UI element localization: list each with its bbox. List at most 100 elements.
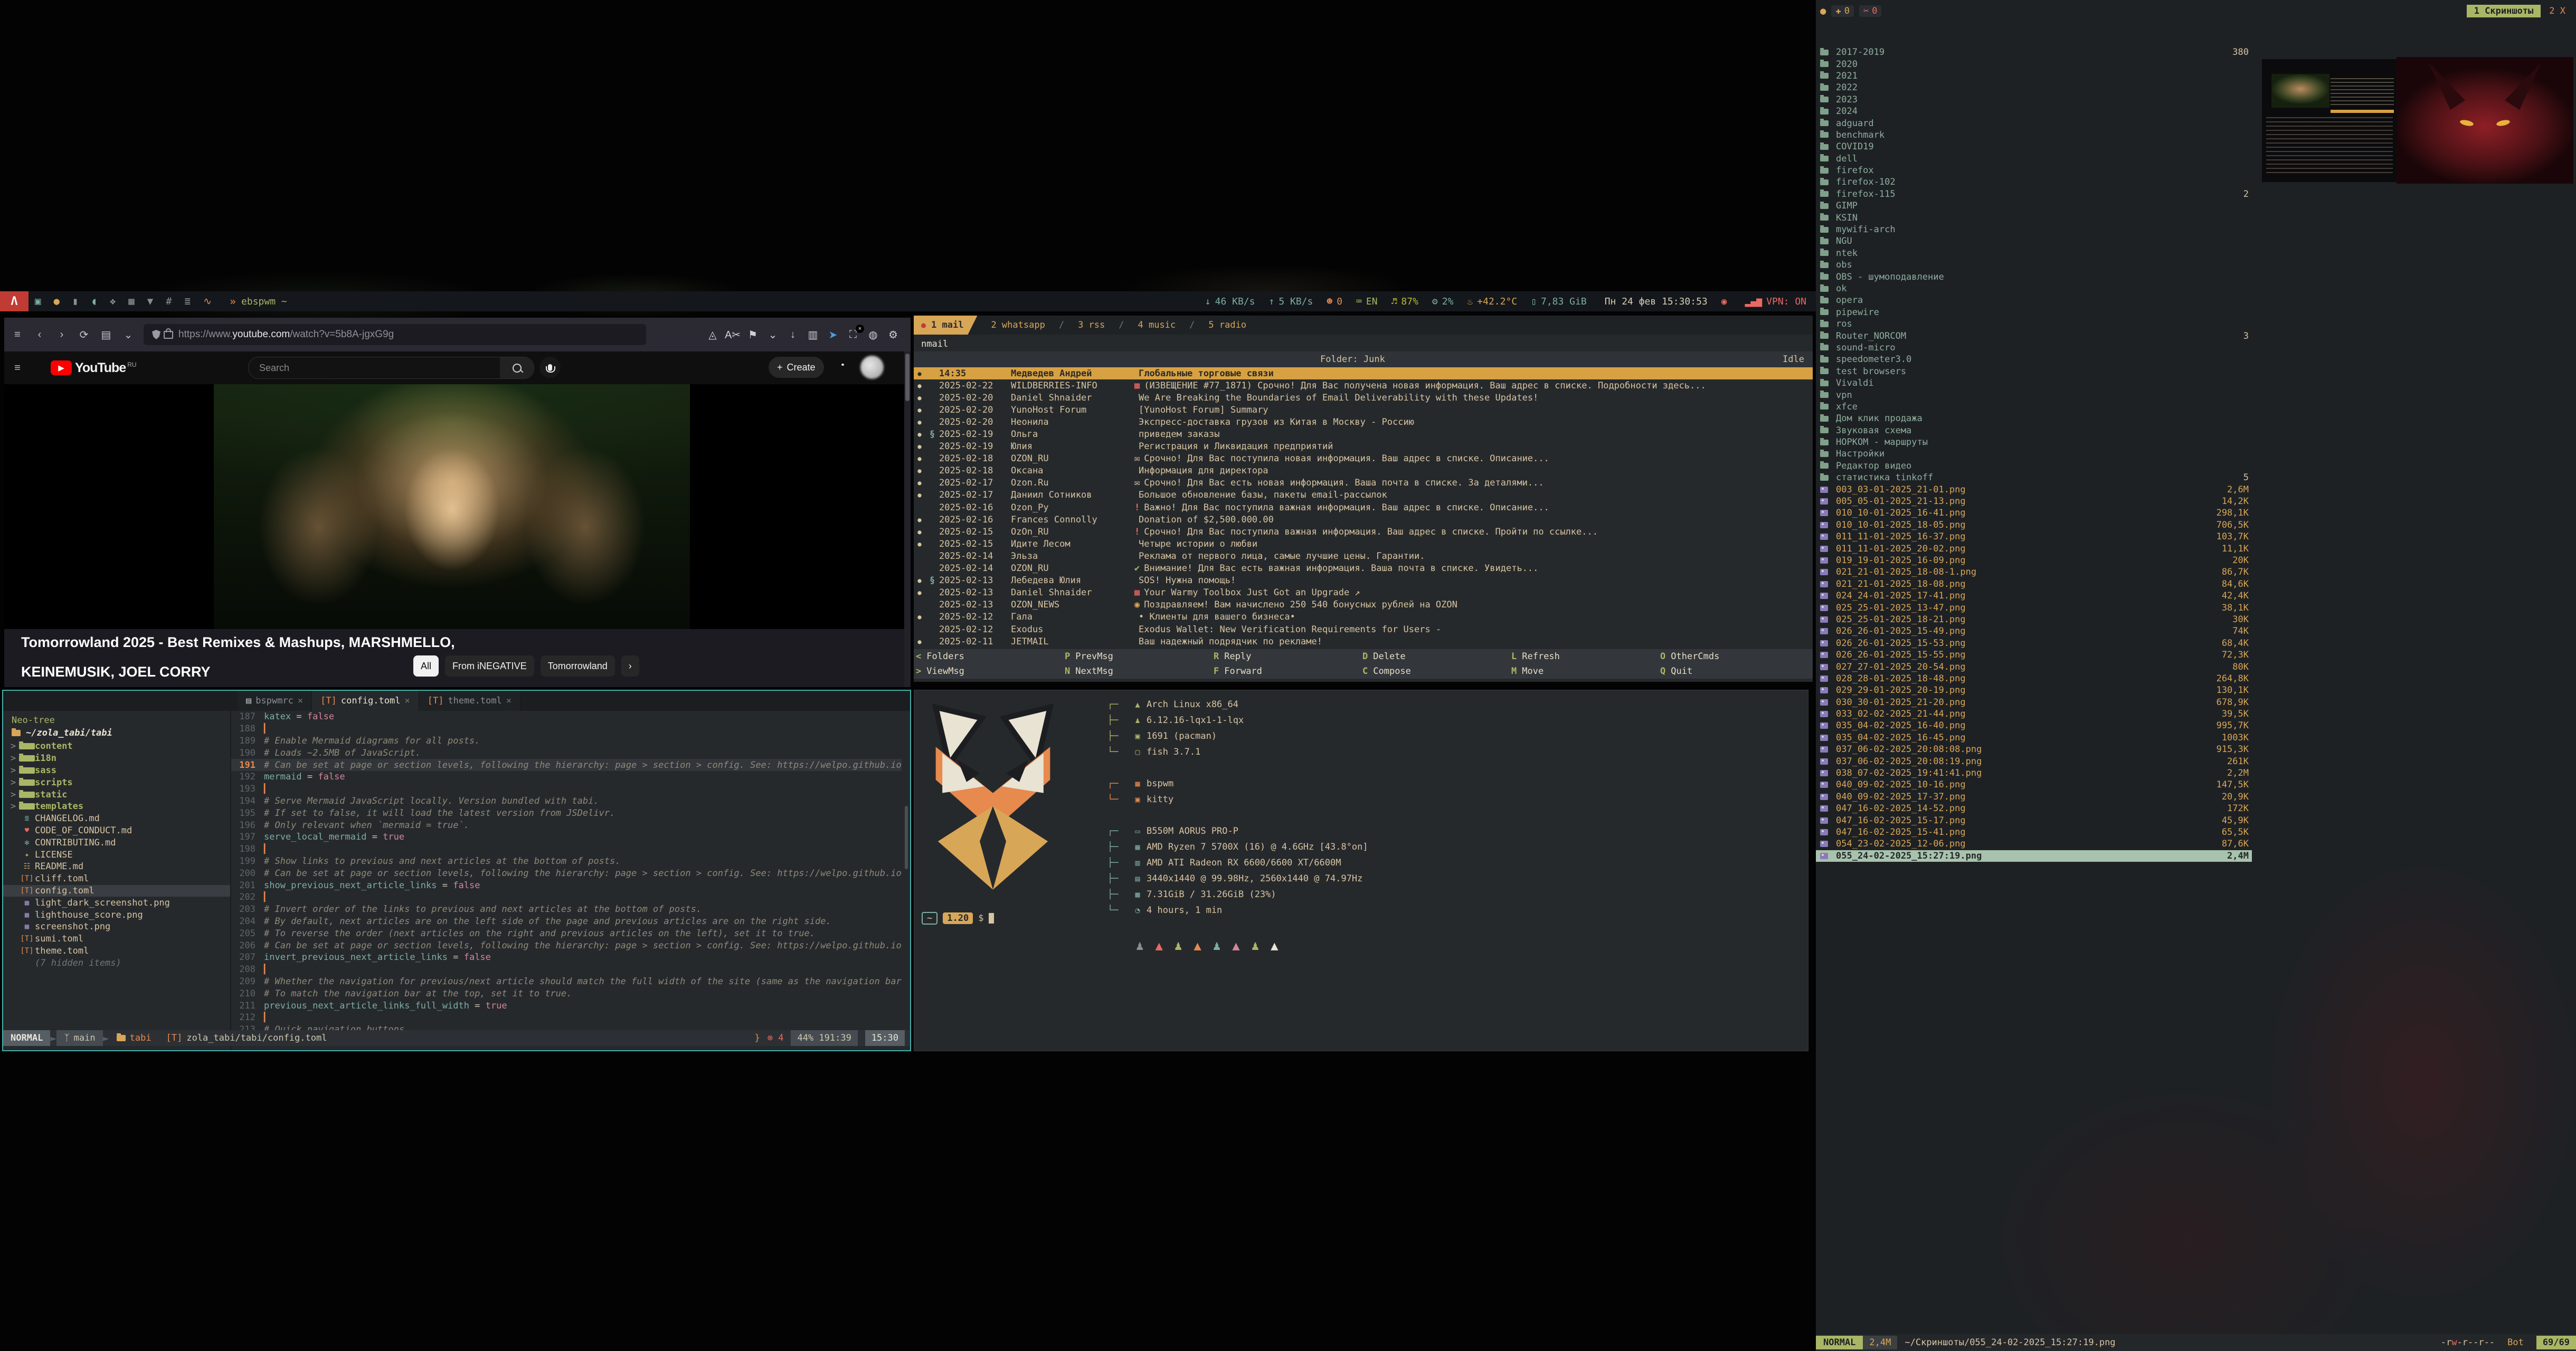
mail-row[interactable]: ● § 2025-02-13 Лебедева Юлия SOS! Нужна … bbox=[914, 575, 1813, 587]
file-row[interactable]: 054_23-02-2025_12-06.png 87,6K bbox=[1816, 838, 2252, 850]
file-row[interactable]: mywifi-arch bbox=[1816, 224, 2252, 235]
mail-row[interactable]: ● 2025-02-16 Frances Connolly Donation o… bbox=[914, 513, 1813, 526]
file-row[interactable]: 035_04-02-2025_16-45.png 1003K bbox=[1816, 732, 2252, 744]
app-launcher-icon[interactable]: ◖ bbox=[91, 296, 97, 307]
forward-icon[interactable]: › bbox=[53, 329, 71, 341]
tree-item[interactable]: > sass bbox=[3, 765, 230, 777]
youtube-logo[interactable]: ▶ YouTube RU bbox=[51, 360, 137, 376]
search-button[interactable] bbox=[500, 357, 534, 378]
file-row[interactable]: 025_25-01-2025_13-47.png 38,1K bbox=[1816, 602, 2252, 613]
voice-search-button[interactable] bbox=[539, 357, 561, 378]
file-row[interactable]: 029_29-01-2025_20-19.png 130,1K bbox=[1816, 684, 2252, 696]
reload-icon[interactable]: ⟳ bbox=[75, 328, 93, 341]
filter-chip[interactable]: All bbox=[413, 655, 439, 677]
scrollbar-thumb[interactable] bbox=[905, 354, 910, 401]
file-row[interactable]: 025_25-01-2025_18-21.png 30K bbox=[1816, 614, 2252, 625]
buffer-tab[interactable]: [T] theme.toml × bbox=[419, 691, 520, 711]
filter-chip[interactable]: Tomorrowland bbox=[541, 655, 615, 677]
tree-item[interactable]: > i18n bbox=[3, 753, 230, 765]
app-launcher-icon[interactable]: ▮ bbox=[72, 296, 78, 307]
file-row[interactable]: 037_06-02-2025_20:08:19.png 261K bbox=[1816, 755, 2252, 767]
tab-mail[interactable]: ●1 mail bbox=[914, 316, 977, 335]
tab-screenshots[interactable]: 1 Скриншоты bbox=[2467, 5, 2541, 17]
shield-icon[interactable] bbox=[152, 330, 160, 339]
extension-icon[interactable]: ⛶ bbox=[843, 329, 863, 341]
file-row[interactable]: NGU bbox=[1816, 235, 2252, 247]
file-row[interactable]: 2022 bbox=[1816, 82, 2252, 93]
file-row[interactable]: opera bbox=[1816, 294, 2252, 306]
mail-row[interactable]: ● 2025-02-11 JETMAIL Ваш надежный подряд… bbox=[914, 635, 1813, 648]
file-row[interactable]: 030_30-01-2025_21-20.png 678,9K bbox=[1816, 696, 2252, 708]
mail-row[interactable]: ● 2025-02-15 OzOn_RU !Срочно! Для Вас по… bbox=[914, 526, 1813, 538]
app-launcher-icon[interactable]: ▼ bbox=[147, 296, 153, 307]
file-row[interactable]: adguard bbox=[1816, 117, 2252, 129]
file-row[interactable]: 2023 bbox=[1816, 94, 2252, 106]
file-row[interactable]: speedometer3.0 bbox=[1816, 354, 2252, 365]
mail-row[interactable]: ● 2025-02-12 Гала • Клиенты для вашего б… bbox=[914, 611, 1813, 623]
extension-icon[interactable]: ⚙ bbox=[883, 328, 903, 341]
video-thumbnail[interactable] bbox=[214, 384, 690, 629]
mail-row[interactable]: ● 2025-02-15 Идите Лесом Четыре истории … bbox=[914, 538, 1813, 550]
arch-menu-button[interactable]: Λ bbox=[0, 291, 29, 311]
editor-scrollbar[interactable] bbox=[904, 711, 909, 1031]
file-row[interactable]: firefox-115 2 bbox=[1816, 188, 2252, 200]
mail-row[interactable]: ● 2025-02-20 Daniel Shnaider We Are Brea… bbox=[914, 392, 1813, 404]
file-row[interactable]: Настройки bbox=[1816, 448, 2252, 460]
app-launcher-icon[interactable]: ▦ bbox=[128, 296, 134, 307]
file-row[interactable]: 2017-2019 380 bbox=[1816, 46, 2252, 58]
tree-item[interactable]: ✦ LICENSE bbox=[3, 849, 230, 861]
extension-icon[interactable]: ⌄ bbox=[763, 328, 783, 341]
tree-item[interactable]: [T] config.toml bbox=[3, 885, 230, 897]
file-row[interactable]: test browsers bbox=[1816, 366, 2252, 377]
file-row[interactable]: 010_10-01-2025_18-05.png 706,5K bbox=[1816, 519, 2252, 531]
file-row[interactable]: Дом клик продажа bbox=[1816, 413, 2252, 424]
browser-scrollbar[interactable] bbox=[904, 351, 911, 687]
file-row[interactable]: firefox bbox=[1816, 165, 2252, 176]
extension-icon[interactable]: ⚑ bbox=[743, 328, 763, 341]
file-row[interactable]: obs bbox=[1816, 259, 2252, 271]
tree-item[interactable]: > static bbox=[3, 788, 230, 801]
url-bar[interactable]: https://www.youtube.com/watch?v=5b8A-jgx… bbox=[144, 324, 646, 345]
file-row[interactable]: Vivaldi bbox=[1816, 377, 2252, 389]
file-row[interactable]: vpn bbox=[1816, 389, 2252, 401]
extension-icon[interactable]: ◬ bbox=[703, 328, 723, 341]
file-row[interactable]: 037_06-02-2025_20:08:08.png 915,3K bbox=[1816, 744, 2252, 755]
mail-row[interactable]: ● 2025-02-13 Daniel Shnaider ▦Your Warmy… bbox=[914, 587, 1813, 599]
tree-item[interactable]: ☷ README.md bbox=[3, 861, 230, 873]
mail-row[interactable]: ● 2025-02-20 Неонила Экспресс-доставка г… bbox=[914, 416, 1813, 428]
file-row[interactable]: Редактор видео bbox=[1816, 460, 2252, 472]
chevron-icon[interactable]: > bbox=[7, 753, 19, 764]
file-row[interactable]: статистика tinkoff 5 bbox=[1816, 472, 2252, 483]
file-row[interactable]: 011_11-01-2025_16-37.png 103,7K bbox=[1816, 531, 2252, 543]
mail-row[interactable]: 2025-02-13 OZON_NEWS ◉Поздравляем! Вам н… bbox=[914, 599, 1813, 611]
app-launcher-icon[interactable]: ≣ bbox=[185, 296, 191, 307]
file-row[interactable]: 2020 bbox=[1816, 58, 2252, 70]
file-row[interactable]: KSIN bbox=[1816, 212, 2252, 223]
file-row[interactable]: 024_24-01-2025_17-41.png 42,4K bbox=[1816, 590, 2252, 602]
mail-row[interactable]: 2025-02-14 OZON_RU ✔Внимание! Для Вас ес… bbox=[914, 563, 1813, 575]
workspace-label[interactable]: ebspwm ~ bbox=[241, 296, 287, 307]
tree-item[interactable]: [T] sumi.toml bbox=[3, 933, 230, 945]
file-row[interactable]: 021_21-01-2025_18-08-1.png 86,7K bbox=[1816, 566, 2252, 578]
tree-item[interactable]: [T] cliff.toml bbox=[3, 873, 230, 885]
caret-down-icon[interactable]: ⌄ bbox=[119, 328, 137, 341]
app-launcher-icon[interactable]: # bbox=[166, 296, 172, 307]
extension-icon[interactable]: ◍ bbox=[863, 328, 883, 341]
file-row[interactable]: 003_03-01-2025_21-01.png 2,6M bbox=[1816, 483, 2252, 495]
file-row[interactable]: GIMP bbox=[1816, 200, 2252, 212]
mail-row[interactable]: ● 2025-02-22 WILDBERRIES-INFO ▩(ИЗВЕЩЕНИ… bbox=[914, 379, 1813, 392]
file-row[interactable]: 047_16-02-2025_14-52.png 172K bbox=[1816, 803, 2252, 814]
file-row[interactable]: 047_16-02-2025_15-17.png 45,9K bbox=[1816, 814, 2252, 826]
close-icon[interactable]: × bbox=[506, 696, 512, 706]
reader-icon[interactable]: ▤ bbox=[97, 328, 115, 341]
mail-row[interactable]: 2025-02-14 Эльза Реклама от первого лица… bbox=[914, 550, 1813, 562]
tree-item[interactable]: (7 hidden items) bbox=[3, 957, 230, 969]
tree-item[interactable]: ▦ lighthouse_score.png bbox=[3, 909, 230, 921]
buffer-tab[interactable]: ▤ bspwmrc × bbox=[238, 691, 312, 711]
video-player[interactable] bbox=[4, 384, 911, 629]
file-row[interactable]: 010_10-01-2025_16-41.png 298,1K bbox=[1816, 507, 2252, 519]
tree-item[interactable]: ▦ screenshot.png bbox=[3, 921, 230, 933]
chevron-icon[interactable]: > bbox=[7, 741, 19, 751]
file-row[interactable]: 038_07-02-2025_19:41:41.png 2,2M bbox=[1816, 767, 2252, 779]
mail-row[interactable]: ● § 2025-02-19 Ольга приведем заказы bbox=[914, 428, 1813, 440]
